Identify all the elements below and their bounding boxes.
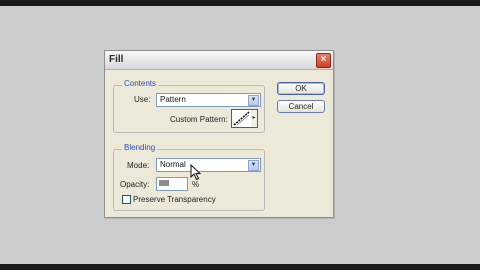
use-select[interactable]: Pattern ▼: [156, 93, 261, 107]
mode-label: Mode:: [127, 161, 150, 170]
letterbox-bottom: [0, 264, 480, 270]
blending-group: Blending Mode: Normal ▼ Opacity: % Prese…: [113, 143, 265, 211]
cancel-button[interactable]: Cancel: [277, 100, 325, 113]
opacity-unit: %: [192, 180, 200, 189]
close-icon: ×: [320, 54, 327, 65]
opacity-field-selection: [159, 180, 169, 186]
diagonal-pattern-icon: [233, 111, 250, 126]
close-button[interactable]: ×: [316, 53, 331, 68]
fill-dialog: Fill × Contents Use: Pattern ▼ Custom Pa…: [104, 50, 334, 218]
use-select-value: Pattern: [160, 95, 186, 104]
use-label: Use:: [134, 95, 151, 104]
mouse-pointer-icon: [190, 164, 202, 181]
chevron-down-icon[interactable]: ▼: [248, 95, 259, 106]
mode-select-value: Normal: [160, 160, 186, 169]
pattern-picker-arrow[interactable]: ▸: [251, 109, 258, 128]
preserve-transparency-checkbox[interactable]: [122, 195, 131, 204]
dialog-titlebar[interactable]: Fill ×: [105, 51, 333, 70]
screen: Fill × Contents Use: Pattern ▼ Custom Pa…: [0, 0, 480, 270]
ok-button[interactable]: OK: [277, 82, 325, 95]
custom-pattern-label: Custom Pattern:: [170, 115, 228, 124]
blending-group-label: Blending: [122, 143, 158, 152]
custom-pattern-swatch[interactable]: [231, 109, 252, 128]
opacity-label: Opacity:: [120, 180, 150, 189]
dialog-title: Fill: [109, 54, 124, 65]
chevron-down-icon[interactable]: ▼: [248, 160, 259, 171]
letterbox-top: [0, 0, 480, 6]
opacity-field[interactable]: [156, 177, 188, 191]
contents-group: Contents Use: Pattern ▼ Custom Pattern: …: [113, 79, 265, 133]
preserve-transparency-label[interactable]: Preserve Transparency: [133, 195, 216, 204]
contents-group-label: Contents: [122, 79, 159, 88]
mode-select[interactable]: Normal ▼: [156, 158, 261, 172]
